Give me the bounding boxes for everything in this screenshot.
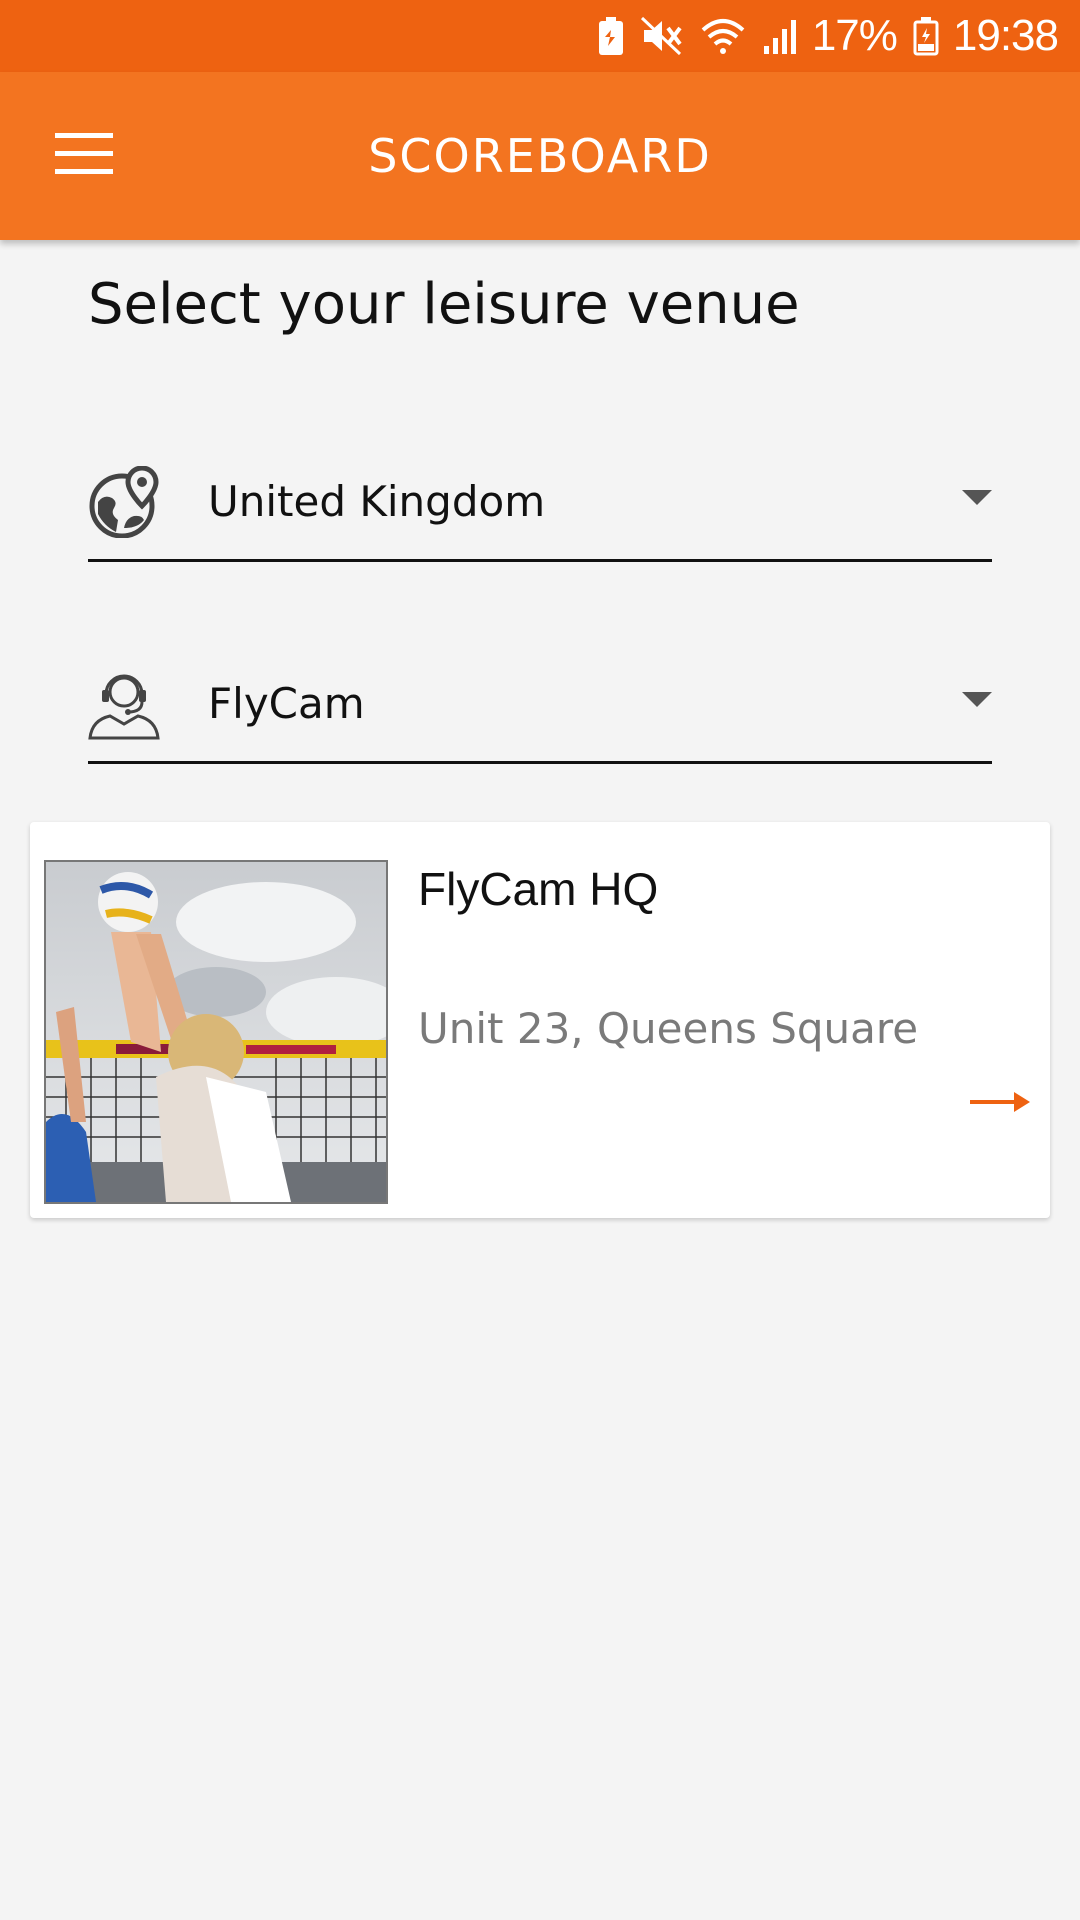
country-value: United Kingdom: [208, 477, 546, 526]
mute-icon: [640, 16, 684, 56]
app-title: SCOREBOARD: [368, 129, 712, 183]
venue-card[interactable]: FlyCam HQ Unit 23, Queens Square: [30, 822, 1050, 1218]
operator-dropdown[interactable]: FlyCam: [88, 644, 992, 764]
battery-icon: [913, 16, 939, 56]
signal-icon: [762, 16, 798, 56]
wifi-icon: [700, 16, 746, 56]
beach-volleyball-photo: [44, 860, 388, 1204]
venue-name: FlyCam HQ: [418, 863, 659, 915]
clock: 19:38: [952, 11, 1059, 60]
battery-saver-icon: [598, 16, 624, 56]
country-dropdown[interactable]: United Kingdom: [88, 442, 992, 562]
hamburger-menu-icon: [55, 133, 113, 179]
arrow-right-icon[interactable]: [970, 1090, 1032, 1114]
battery-percent: 17%: [811, 11, 898, 60]
globe-location-icon: [88, 465, 160, 539]
menu-button[interactable]: [36, 108, 132, 204]
operator-headset-icon: [88, 668, 160, 740]
page-heading: Select your leisure venue: [88, 272, 800, 337]
venue-address: Unit 23, Queens Square: [418, 1004, 919, 1053]
dropdown-arrow-icon: [962, 692, 992, 707]
status-bar: 17% 19:38: [0, 0, 1080, 72]
operator-value: FlyCam: [208, 679, 365, 728]
dropdown-arrow-icon: [962, 490, 992, 505]
app-bar: SCOREBOARD: [0, 72, 1080, 240]
